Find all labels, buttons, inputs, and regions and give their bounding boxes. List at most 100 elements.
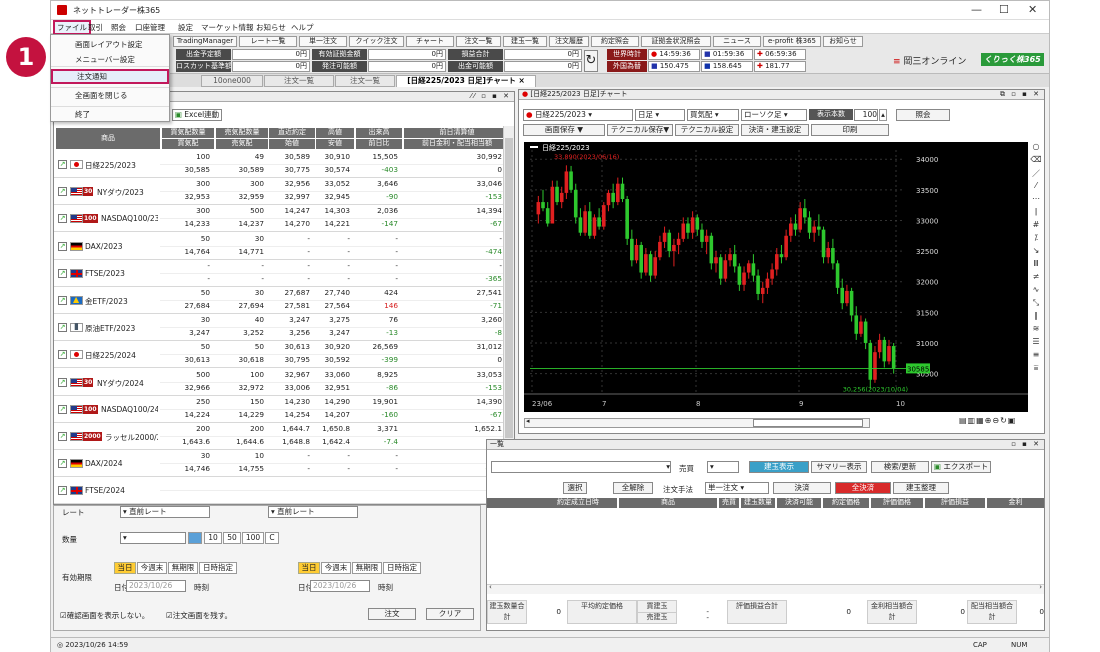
menu-item-layout[interactable]: 画面レイアウト設定 [51,37,169,52]
menu-trade[interactable]: 取引 [88,22,103,33]
show-positions-button[interactable]: 建玉表示 [749,461,809,473]
chart-type-select[interactable]: ローソク足 ▾ [741,109,807,121]
qty-button-3[interactable]: 100 [242,532,264,544]
qty-input[interactable]: ▾ [120,532,186,544]
keep-checkbox[interactable]: ☑注文画面を残す。 [166,610,232,621]
row-chart-icon[interactable]: ↗ [58,377,67,387]
side-select[interactable]: ▾ [707,461,739,473]
menu-item-menubar[interactable]: メニューバー設定 [51,52,169,67]
row-chart-icon[interactable]: ↗ [58,350,67,360]
period-button-3[interactable]: 日時指定 [199,562,237,574]
row-chart-icon[interactable]: ↗ [58,432,67,441]
panel-window-controls[interactable]: ⁄⁄ ▫ ▪ ✕ [471,92,511,101]
qty-button-clear[interactable]: C [265,532,279,544]
product-name[interactable]: NYダウ/2024 [97,378,158,389]
row-chart-icon[interactable]: ↗ [58,241,67,251]
product-name[interactable]: NASDAQ100/23 [101,214,158,223]
tool-grid-icon[interactable]: # [1029,220,1043,233]
position-window-controls[interactable]: ▫ ▪ ✕ [1011,440,1041,449]
refresh-icon[interactable]: ↻ [584,50,598,72]
qty-button-2[interactable]: 50 [223,532,241,544]
chart-side-select[interactable]: 買気配 ▾ [687,109,739,121]
rate-select-1[interactable]: ▾ 直前レート [120,506,210,518]
chart-window-controls[interactable]: ⧉ ▫ ▪ ✕ [1000,90,1041,99]
row-chart-icon[interactable]: ↗ [58,459,67,469]
close-button[interactable]: ✕ [1028,3,1037,16]
row-chart-icon[interactable]: ↗ [58,296,67,305]
print-button[interactable]: 印刷 [811,124,889,136]
export-button[interactable]: ▣ エクスポート [931,461,991,473]
row-chart-icon[interactable]: ↗ [58,160,67,169]
product-name[interactable]: 日経225/2024 [85,350,158,361]
tool-wave-icon[interactable]: ∿ [1029,285,1043,298]
tool-list-icon[interactable]: ≡ [1029,350,1043,363]
product-name[interactable]: FTSE/2024 [85,486,158,495]
tool-dots-icon[interactable]: ⋯ [1029,194,1043,207]
product-name[interactable]: DAX/2024 [85,459,158,468]
chart-count-stepper[interactable]: ▴ [879,109,887,121]
position-hscroll[interactable]: ‹ › [487,583,1044,594]
menu-file[interactable]: ファイル [53,20,91,35]
date-input-2[interactable]: 2023/10/26 [310,580,370,592]
toolbar-button-6[interactable]: 建玉一覧 [503,36,547,47]
tool-eraser-icon[interactable]: ⌫ [1029,155,1043,168]
period-button-0[interactable]: 当日 [298,562,320,574]
tool-cross-icon[interactable]: ⤡ [1029,298,1043,311]
candlestick-chart[interactable]: 3400033500330003250032000315003100030500… [524,142,1028,412]
row-chart-icon[interactable]: ↗ [58,268,67,278]
menu-account[interactable]: 口座管理 [135,22,165,33]
tab-order-list-1[interactable]: 注文一覧 [264,75,334,87]
confirm-checkbox[interactable]: ☑確認画面を表示しない。 [60,610,149,621]
scroll-left-icon[interactable]: ◂ [526,417,530,425]
row-chart-icon[interactable]: ↗ [58,214,67,224]
order-button[interactable]: 注文 [368,608,416,620]
summary-button[interactable]: サマリー表示 [811,461,867,473]
menu-inquiry[interactable]: 照会 [111,22,126,33]
chart-hscroll[interactable]: ◂ [524,417,870,428]
qty-button-1[interactable]: 10 [204,532,222,544]
tab-order-list-2[interactable]: 注文一覧 [335,75,395,87]
chart-zoom-controls[interactable]: ▤▥▦⊕⊖↻▣ [959,416,1016,425]
tool-line-icon[interactable]: ／ [1029,168,1043,181]
product-name[interactable]: 原油ETF/2023 [85,323,158,334]
product-name[interactable]: DAX/2023 [85,242,158,251]
period-button-1[interactable]: 今週末 [137,562,167,574]
maximize-button[interactable]: ☐ [999,3,1009,16]
deselect-all-button[interactable]: 全解除 [613,482,653,494]
toolbar-button-5[interactable]: 注文一覧 [456,36,501,47]
product-name[interactable]: NYダウ/2023 [97,187,158,198]
qty-stepper[interactable] [188,532,202,544]
row-chart-icon[interactable]: ↗ [58,323,67,333]
toolbar-button-1[interactable]: レート一覧 [239,36,297,47]
tool-stack-icon[interactable]: ⩸ [1029,363,1043,376]
toolbar-button-11[interactable]: e-profit 株365 [763,36,821,47]
pos-scroll-left-icon[interactable]: ‹ [489,583,492,591]
chart-scroll-thumb[interactable] [753,419,863,427]
tool-fib-icon[interactable]: ≋ [1029,324,1043,337]
menu-item-order-notice[interactable]: 注文通知 [51,69,169,84]
tab-oneoco[interactable]: 10one000 [201,75,263,87]
settle-all-button[interactable]: 全決済 [835,482,891,494]
position-filter-select[interactable]: ▾ [491,461,671,473]
technical-settings-button[interactable]: テクニカル設定 [675,124,739,136]
period-button-1[interactable]: 今週末 [321,562,351,574]
pos-scroll-right-icon[interactable]: › [1039,583,1042,591]
period-button-2[interactable]: 無期限 [352,562,382,574]
menu-item-close-all[interactable]: 全画面を閉じる [51,87,169,102]
chart-save-button[interactable]: 画面保存 ▼ [523,124,605,136]
tool-fan-icon[interactable]: ⁒ [1029,233,1043,246]
period-button-3[interactable]: 日時指定 [383,562,421,574]
period-button-0[interactable]: 当日 [114,562,136,574]
tool-circle-icon[interactable]: ○ [1029,142,1043,155]
toolbar-button-9[interactable]: 証拠金状況照会 [641,36,711,47]
row-chart-icon[interactable]: ↗ [58,486,67,496]
tab-close-icon[interactable]: × [519,76,525,85]
technical-save-button[interactable]: テクニカル保存▼ [607,124,673,136]
chart-apply-button[interactable]: 照会 [896,109,950,121]
toolbar-button-12[interactable]: お知らせ [823,36,863,47]
toolbar-button-10[interactable]: ニュース [713,36,761,47]
row-chart-icon[interactable]: ↗ [58,187,67,197]
toolbar-button-4[interactable]: チャート [406,36,454,47]
toolbar-button-2[interactable]: 単一注文 [299,36,347,47]
tool-hlines-icon[interactable]: ☰ [1029,337,1043,350]
